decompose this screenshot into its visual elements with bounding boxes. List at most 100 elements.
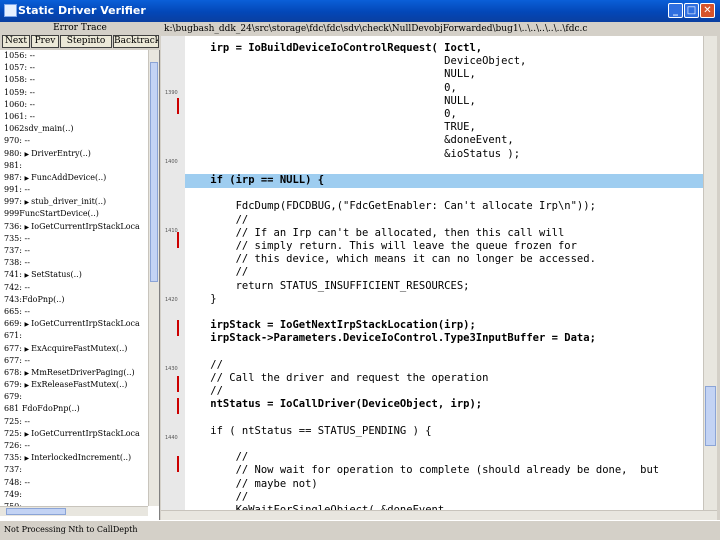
expand-arrow-icon[interactable]: ▶	[25, 455, 30, 462]
code-line[interactable]: //	[185, 266, 703, 280]
expand-arrow-icon[interactable]: ▶	[25, 272, 30, 279]
code-line[interactable]: DeviceObject,	[185, 55, 703, 69]
trace-row[interactable]: 748: --	[0, 477, 148, 489]
scroll-thumb[interactable]	[6, 508, 66, 515]
expand-arrow-icon[interactable]: ▶	[25, 382, 30, 389]
trace-row[interactable]: 1060: --	[0, 99, 148, 111]
scroll-thumb[interactable]	[705, 386, 716, 446]
backtrack-button[interactable]: Backtrack	[113, 35, 159, 48]
trace-row[interactable]: 1057: --	[0, 62, 148, 74]
code-line[interactable]: return STATUS_INSUFFICIENT_RESOURCES;	[185, 280, 703, 294]
trace-row[interactable]: 736: ▶ IoGetCurrentIrpStackLoca	[0, 221, 148, 233]
trace-row[interactable]: 677: ▶ ExAcquireFastMutex(..)	[0, 343, 148, 355]
code-line[interactable]: NULL,	[185, 68, 703, 82]
code-line[interactable]: irpStack->Parameters.DeviceIoControl.Typ…	[185, 332, 703, 346]
trace-row[interactable]: 737:	[0, 464, 148, 476]
code-line[interactable]: 0,	[185, 82, 703, 96]
code-vertical-scrollbar[interactable]	[703, 36, 717, 510]
code-line[interactable]: // this device, which means it can no lo…	[185, 253, 703, 267]
prev-button[interactable]: Prev	[31, 35, 59, 48]
trace-row[interactable]: 679: ▶ ExReleaseFastMutex(..)	[0, 379, 148, 391]
highlighted-code-line[interactable]: if (irp == NULL) {	[185, 174, 703, 188]
trace-row[interactable]: 1062sdv_main(..)	[0, 123, 148, 135]
trace-row[interactable]: 677: --	[0, 355, 148, 367]
close-button[interactable]: ✕	[700, 3, 715, 18]
trace-row[interactable]: 679:	[0, 391, 148, 403]
code-line[interactable]: ntStatus = IoCallDriver(DeviceObject, ir…	[185, 398, 703, 412]
expand-arrow-icon[interactable]: ▶	[25, 321, 30, 328]
expand-arrow-icon[interactable]: ▶	[25, 224, 30, 231]
trace-row[interactable]: 726: --	[0, 440, 148, 452]
code-line[interactable]: &ioStatus );	[185, 148, 703, 162]
code-line[interactable]: //	[185, 359, 703, 373]
trace-horizontal-scrollbar[interactable]	[0, 506, 148, 516]
code-line[interactable]: // If an Irp can't be allocated, then th…	[185, 227, 703, 241]
trace-row[interactable]: 743:FdoPnp(..)	[0, 294, 148, 306]
code-line[interactable]: if ( ntStatus == STATUS_PENDING ) {	[185, 425, 703, 439]
code-line[interactable]	[185, 306, 703, 320]
code-line[interactable]: irp = IoBuildDeviceIoControlRequest( Ioc…	[185, 42, 703, 56]
code-horizontal-scrollbar[interactable]	[161, 510, 717, 520]
code-line[interactable]: }	[185, 293, 703, 307]
code-line[interactable]	[185, 161, 703, 175]
scroll-thumb[interactable]	[150, 62, 158, 282]
code-line[interactable]: //	[185, 214, 703, 228]
expand-arrow-icon[interactable]: ▶	[25, 370, 30, 377]
minimize-button[interactable]: _	[668, 3, 683, 18]
trace-list[interactable]: 1056: -- 1057: -- 1058: -- 1059: -- 1060…	[0, 50, 148, 506]
code-line[interactable]: FdcDump(FDCDBUG,("FdcGetEnabler: Can't a…	[185, 200, 703, 214]
trace-row[interactable]: 669: ▶ IoGetCurrentIrpStackLoca	[0, 318, 148, 330]
code-line[interactable]	[185, 187, 703, 201]
code-line[interactable]	[185, 346, 703, 360]
trace-vertical-scrollbar[interactable]	[148, 50, 159, 506]
trace-row[interactable]: 681 FdoFdoPnp(..)	[0, 403, 148, 415]
trace-row[interactable]: 725: ▶ IoGetCurrentIrpStackLoca	[0, 428, 148, 440]
trace-row[interactable]: 742: --	[0, 282, 148, 294]
trace-row[interactable]: 671:	[0, 330, 148, 342]
trace-row[interactable]: 738: --	[0, 257, 148, 269]
source-code-view[interactable]: irp = IoBuildDeviceIoControlRequest( Ioc…	[185, 36, 703, 510]
next-button[interactable]: Next	[2, 35, 30, 48]
code-line[interactable]: //	[185, 491, 703, 505]
trace-row[interactable]: 678: ▶ MmResetDriverPaging(..)	[0, 367, 148, 379]
trace-row[interactable]: 735: ▶ InterlockedIncrement(..)	[0, 452, 148, 464]
trace-row[interactable]: 735: --	[0, 233, 148, 245]
trace-row[interactable]: 981:	[0, 160, 148, 172]
code-line[interactable]: //	[185, 451, 703, 465]
trace-row[interactable]: 665: --	[0, 306, 148, 318]
maximize-button[interactable]: □	[684, 3, 699, 18]
code-line[interactable]	[185, 412, 703, 426]
code-line[interactable]: TRUE,	[185, 121, 703, 135]
code-line[interactable]: irpStack = IoGetNextIrpStackLocation(irp…	[185, 319, 703, 333]
expand-arrow-icon[interactable]: ▶	[25, 151, 30, 158]
trace-row[interactable]: 991: --	[0, 184, 148, 196]
trace-row[interactable]: 987: ▶ FuncAddDevice(..)	[0, 172, 148, 184]
trace-row[interactable]: 997: ▶ stub_driver_init(..)	[0, 196, 148, 208]
code-line[interactable]: &doneEvent,	[185, 134, 703, 148]
trace-row[interactable]: 1059: --	[0, 87, 148, 99]
code-line[interactable]: NULL,	[185, 95, 703, 109]
expand-arrow-icon[interactable]: ▶	[25, 431, 30, 438]
trace-row[interactable]: 749:	[0, 489, 148, 501]
trace-row[interactable]: 1058: --	[0, 74, 148, 86]
trace-row[interactable]: 737: --	[0, 245, 148, 257]
code-line[interactable]: // Call the driver and request the opera…	[185, 372, 703, 386]
expand-arrow-icon[interactable]: ▶	[25, 199, 30, 206]
code-line[interactable]: 0,	[185, 108, 703, 122]
code-line[interactable]: // simply return. This will leave the qu…	[185, 240, 703, 254]
trace-row[interactable]: 1061: --	[0, 111, 148, 123]
code-line[interactable]: // maybe not)	[185, 478, 703, 492]
trace-row[interactable]: 725: --	[0, 416, 148, 428]
code-line[interactable]: //	[185, 385, 703, 399]
trace-row[interactable]: 999FuncStartDevice(..)	[0, 208, 148, 220]
expand-arrow-icon[interactable]: ▶	[25, 175, 30, 182]
trace-row[interactable]: 980: ▶ DriverEntry(..)	[0, 148, 148, 160]
trace-row[interactable]: 1056: --	[0, 50, 148, 62]
trace-row[interactable]: 970: --	[0, 135, 148, 147]
expand-arrow-icon[interactable]: ▶	[25, 346, 30, 353]
code-line[interactable]	[185, 438, 703, 452]
trace-row[interactable]: 741: ▶ SetStatus(..)	[0, 269, 148, 281]
trace-row-label: 736:	[4, 221, 25, 231]
stepinto-button[interactable]: Stepinto	[60, 35, 112, 48]
code-line[interactable]: // Now wait for operation to complete (s…	[185, 464, 703, 478]
